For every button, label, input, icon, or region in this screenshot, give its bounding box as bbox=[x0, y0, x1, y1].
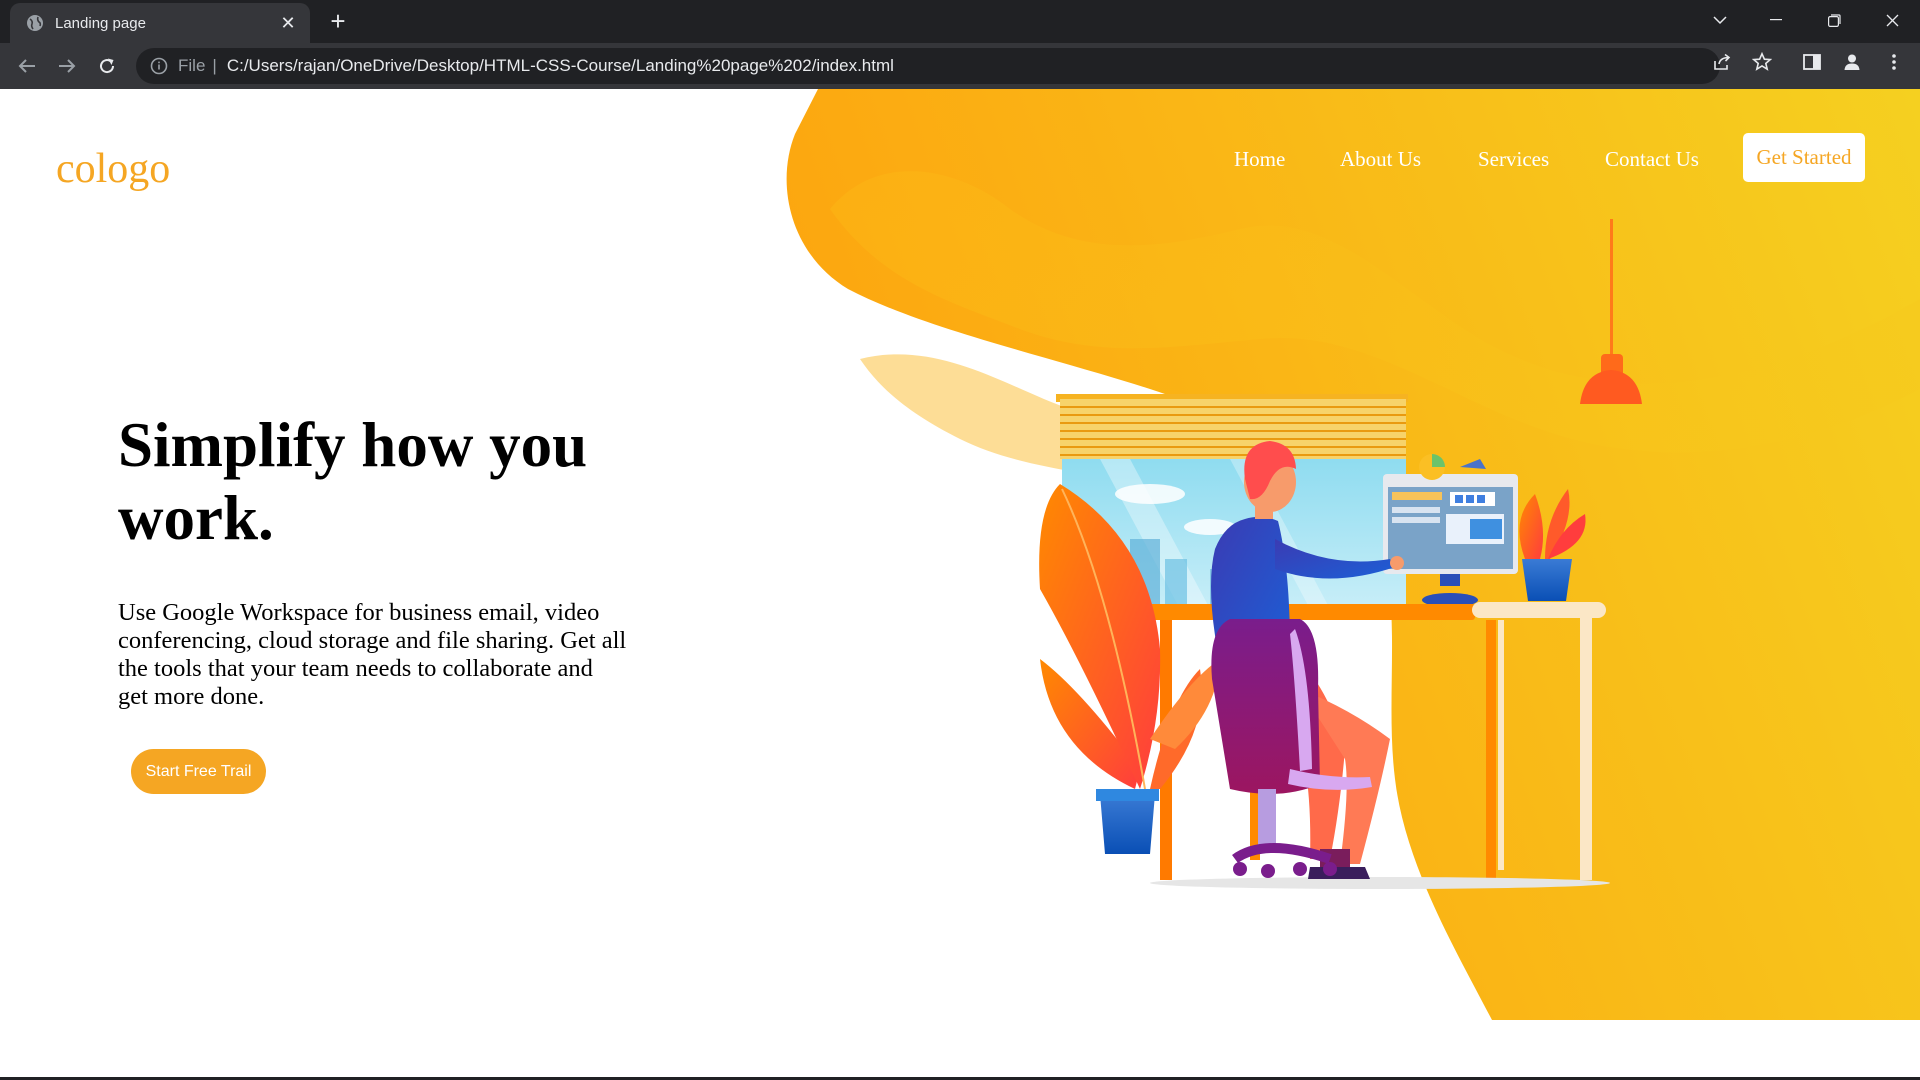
nav-about-us[interactable]: About Us bbox=[1340, 147, 1421, 172]
nav-services[interactable]: Services bbox=[1478, 147, 1549, 172]
url-text[interactable]: C:/Users/rajan/OneDrive/Desktop/HTML-CSS… bbox=[227, 56, 894, 76]
browser-tab-strip: Landing page ✕ + bbox=[0, 0, 1920, 43]
info-icon[interactable] bbox=[150, 57, 168, 75]
start-free-trial-button[interactable]: Start Free Trail bbox=[131, 749, 266, 794]
share-icon[interactable] bbox=[1712, 52, 1732, 72]
profile-icon[interactable] bbox=[1842, 52, 1862, 72]
minimize-icon[interactable] bbox=[1748, 0, 1804, 40]
back-icon[interactable] bbox=[12, 51, 42, 81]
get-started-button[interactable]: Get Started bbox=[1743, 133, 1865, 182]
url-separator: | bbox=[212, 56, 217, 75]
url-scheme: File bbox=[178, 56, 206, 75]
site-logo[interactable]: cologo bbox=[56, 145, 170, 193]
tab-title: Landing page bbox=[55, 14, 146, 32]
workspace-illustration bbox=[1039, 219, 1642, 889]
star-icon[interactable] bbox=[1752, 52, 1772, 72]
nav-home[interactable]: Home bbox=[1234, 147, 1285, 172]
restore-icon[interactable] bbox=[1806, 0, 1862, 40]
browser-tab[interactable]: Landing page ✕ bbox=[10, 3, 310, 43]
plus-icon[interactable]: + bbox=[324, 8, 352, 36]
chevron-down-icon[interactable] bbox=[1692, 0, 1748, 40]
page-viewport: cologo Home About Us Services Contact Us… bbox=[0, 89, 1920, 1080]
window-close-icon[interactable] bbox=[1864, 0, 1920, 40]
menu-icon[interactable] bbox=[1884, 52, 1904, 72]
reload-icon[interactable] bbox=[92, 51, 122, 81]
address-bar[interactable]: File | C:/Users/rajan/OneDrive/Desktop/H… bbox=[136, 48, 1720, 84]
browser-toolbar: File | C:/Users/rajan/OneDrive/Desktop/H… bbox=[0, 43, 1920, 89]
globe-icon bbox=[27, 15, 43, 31]
hero-title: Simplify how you work. bbox=[118, 410, 588, 553]
side-panel-icon[interactable] bbox=[1802, 52, 1822, 72]
nav-contact-us[interactable]: Contact Us bbox=[1605, 147, 1699, 172]
forward-icon[interactable] bbox=[52, 51, 82, 81]
hero-description: Use Google Workspace for business email,… bbox=[118, 599, 627, 710]
close-icon[interactable]: ✕ bbox=[278, 13, 298, 34]
